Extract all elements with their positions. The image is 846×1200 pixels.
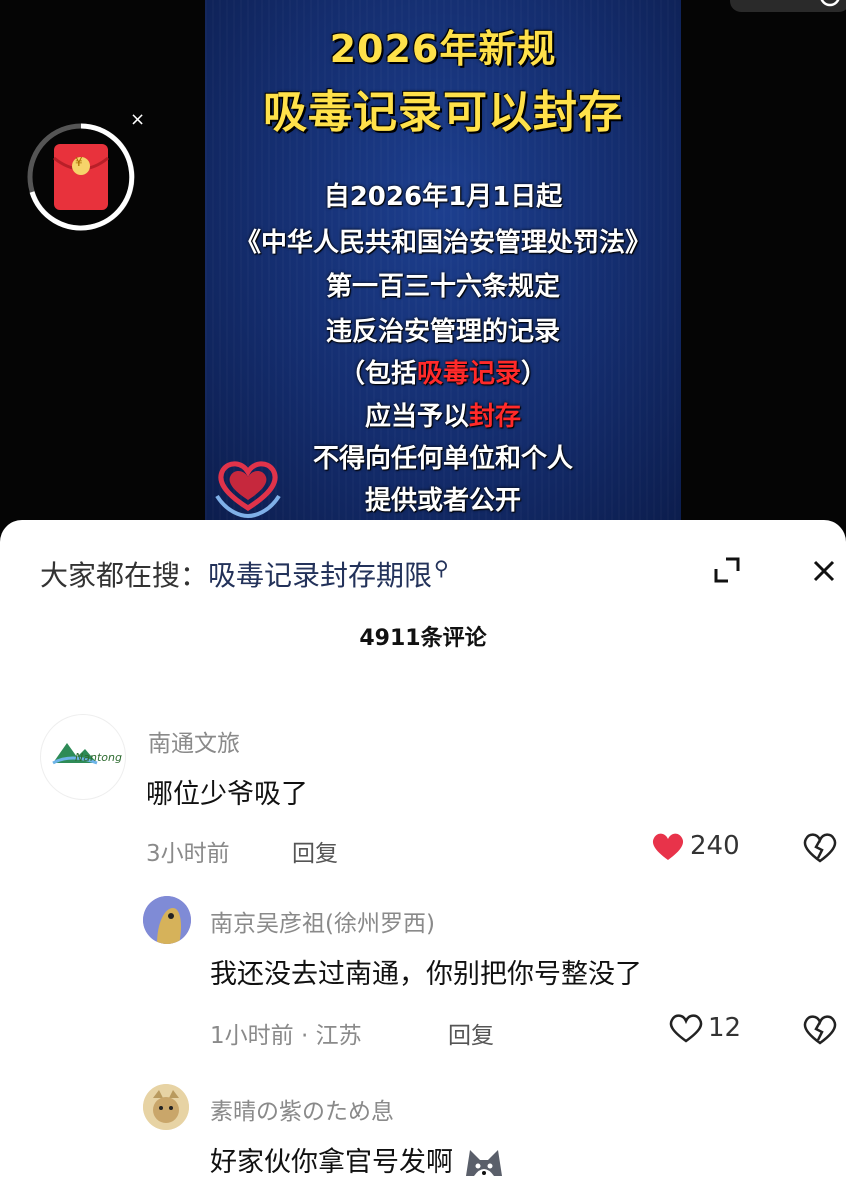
- red-envelope-widget[interactable]: ¥: [26, 122, 136, 232]
- comment-author[interactable]: 南京吴彦祖(徐州罗西): [210, 904, 435, 938]
- comment-text: 好家伙你拿官号发啊: [210, 1140, 506, 1182]
- broken-heart-icon[interactable]: [802, 1012, 838, 1050]
- trending-search-term[interactable]: 吸毒记录封存期限: [208, 559, 432, 592]
- like-count: 240: [690, 831, 740, 861]
- poster-line-article: 第一百三十六条规定: [325, 272, 560, 302]
- comment-count: 4911条评论: [359, 626, 487, 651]
- video-player[interactable]: 2026年新规 吸毒记录可以封存 自2026年1月1日起 《中华人民共和国治安管…: [0, 0, 846, 540]
- husky-face-icon: [465, 1149, 502, 1176]
- avatar[interactable]: [143, 896, 191, 944]
- poster-title-main: 吸毒记录可以封存: [263, 87, 623, 138]
- hands-heart-logo-icon: [213, 456, 283, 520]
- news-poster-image: 2026年新规 吸毒记录可以封存 自2026年1月1日起 《中华人民共和国治安管…: [205, 0, 681, 520]
- comment-item: Nantong 南通文旅 哪位少爷吸了 3小时前 回复 240: [0, 700, 846, 870]
- poster-title-year: 2026年新规: [329, 27, 557, 71]
- avatar[interactable]: Nantong: [40, 714, 126, 800]
- close-icon[interactable]: [805, 552, 843, 590]
- broken-heart-icon[interactable]: [802, 830, 838, 868]
- poster-highlight-drug-record: 吸毒记录: [416, 359, 521, 389]
- comment-panel: 大家都在搜：吸毒记录封存期限 ⚲ 4911条评论 Nantong 南通文旅 哪位少…: [0, 520, 846, 1200]
- poster-line-records: 违反治安管理的记录: [325, 317, 560, 347]
- trending-search-prefix: 大家都在搜：: [40, 559, 209, 592]
- comment-time-location: 1小时前 · 江苏: [210, 1023, 362, 1049]
- comment-text: 我还没去过南通，你别把你号整没了: [210, 959, 642, 990]
- poster-line-date: 自2026年1月1日起: [323, 182, 563, 212]
- poster-highlight-seal: 封存: [469, 402, 522, 432]
- comment-author[interactable]: 南通文旅: [148, 724, 240, 758]
- search-icon[interactable]: ⚲: [434, 556, 449, 580]
- poster-line-law: 《中华人民共和国治安管理处罚法》: [234, 228, 651, 258]
- comment-author[interactable]: 素晴の紫のため息: [210, 1092, 394, 1126]
- red-envelope-close-icon[interactable]: ×: [130, 110, 145, 130]
- comment-item: 南京吴彦祖(徐州罗西) 我还没去过南通，你别把你号整没了 1小时前 · 江苏 回…: [0, 890, 846, 1060]
- red-envelope-icon: ¥: [75, 155, 83, 169]
- avatar[interactable]: [143, 1084, 189, 1130]
- poster-line-include: （包括吸毒记录）: [338, 359, 548, 389]
- comment-item: 素晴の紫のため息 好家伙你拿官号发啊: [0, 1080, 846, 1200]
- like-button[interactable]: 12: [668, 1012, 741, 1044]
- expand-icon[interactable]: [710, 553, 744, 587]
- comment-time: 3小时前: [146, 841, 230, 867]
- like-count: 12: [708, 1013, 742, 1043]
- poster-line-seal: 应当予以封存: [364, 402, 522, 432]
- heart-outline-icon: [669, 1014, 703, 1043]
- trending-search-bar[interactable]: 大家都在搜：吸毒记录封存期限 ⚲: [40, 554, 449, 594]
- reply-button[interactable]: 回复: [292, 834, 338, 868]
- comment-text: 哪位少爷吸了: [146, 779, 308, 810]
- like-button[interactable]: 240: [650, 830, 740, 862]
- heart-filled-icon: [652, 833, 684, 860]
- top-search-icon[interactable]: [730, 0, 846, 18]
- reply-button[interactable]: 回复: [448, 1016, 494, 1050]
